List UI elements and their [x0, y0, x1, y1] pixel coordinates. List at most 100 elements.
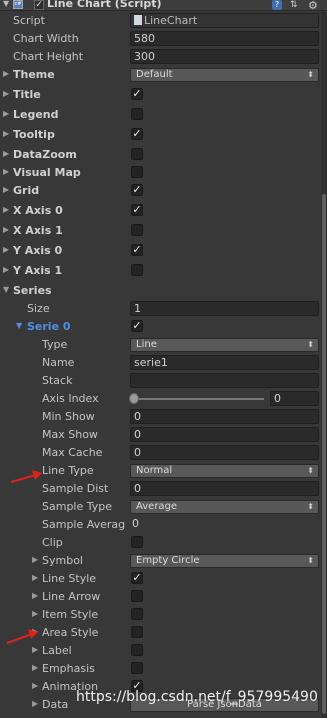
visualmap-row[interactable]: ▶ Visual Map — [0, 164, 320, 182]
sample-dist-field[interactable]: 0 — [130, 481, 319, 496]
axis-index-field[interactable]: 0 — [270, 391, 319, 406]
expand-arrow-icon[interactable]: ▶ — [32, 609, 38, 618]
legend-label: Legend — [13, 108, 59, 121]
expand-arrow-icon[interactable]: ▶ — [3, 89, 9, 98]
inspector-scrollbar[interactable] — [321, 12, 327, 718]
title-checkbox[interactable]: ✓ — [131, 88, 143, 100]
chart-height-field[interactable]: 300 — [130, 49, 319, 64]
expand-arrow-icon[interactable]: ▶ — [32, 573, 38, 582]
area-style-label: Area Style — [42, 626, 99, 639]
chart-width-field[interactable]: 580 — [130, 31, 319, 46]
axis-index-slider-knob[interactable] — [129, 393, 139, 404]
title-label: Title — [13, 88, 41, 101]
expand-arrow-icon[interactable]: ▶ — [3, 149, 9, 158]
theme-row[interactable]: ▶ Theme Default ⬍ — [0, 66, 320, 84]
tooltip-checkbox[interactable]: ✓ — [131, 128, 143, 140]
theme-dropdown[interactable]: Default ⬍ — [130, 68, 319, 82]
legend-checkbox[interactable] — [131, 108, 143, 120]
emphasis-row[interactable]: ▶ Emphasis — [0, 660, 320, 678]
expand-arrow-icon[interactable]: ▶ — [32, 699, 38, 708]
line-style-checkbox[interactable]: ✓ — [131, 572, 143, 584]
area-style-row[interactable]: ▶ Area Style — [0, 624, 320, 642]
symbol-dropdown[interactable]: Empty Circle ⬍ — [130, 554, 319, 568]
line-style-row[interactable]: ▶ Line Style ✓ — [0, 570, 320, 588]
dropdown-caret-icon: ⬍ — [307, 340, 314, 349]
axis-index-slider-track[interactable] — [134, 398, 264, 400]
visualmap-checkbox[interactable] — [131, 166, 143, 178]
annotation-arrow-line-type — [10, 470, 42, 483]
expand-arrow-icon[interactable]: ▶ — [32, 663, 38, 672]
clip-checkbox[interactable] — [131, 536, 143, 548]
expand-arrow-icon[interactable]: ▶ — [32, 591, 38, 600]
collapse-arrow-icon[interactable]: ▼ — [3, 285, 9, 294]
line-arrow-checkbox[interactable] — [131, 590, 143, 602]
line-arrow-label: Line Arrow — [42, 590, 101, 603]
name-label: Name — [42, 356, 75, 369]
expand-arrow-icon[interactable]: ▶ — [32, 681, 38, 690]
line-style-label: Line Style — [42, 572, 97, 585]
emphasis-label: Emphasis — [42, 662, 95, 675]
help-icon[interactable]: ? — [272, 0, 282, 10]
size-field[interactable]: 1 — [130, 301, 319, 316]
expand-arrow-icon[interactable]: ▶ — [3, 109, 9, 118]
item-style-checkbox[interactable] — [131, 608, 143, 620]
expand-arrow-icon[interactable]: ▶ — [3, 129, 9, 138]
type-value: Line — [136, 339, 157, 350]
expand-arrow-icon[interactable]: ▶ — [32, 645, 38, 654]
collapse-arrow-icon[interactable]: ▼ — [16, 321, 22, 330]
collapse-arrow-icon[interactable]: ▼ — [3, 0, 9, 8]
xaxis1-row[interactable]: ▶ X Axis 1 — [0, 222, 320, 240]
stack-field[interactable] — [130, 373, 319, 388]
datazoom-row[interactable]: ▶ DataZoom — [0, 146, 320, 164]
preset-icon[interactable]: ⇅ — [290, 0, 298, 10]
emphasis-checkbox[interactable] — [131, 662, 143, 674]
xaxis0-checkbox[interactable]: ✓ — [131, 204, 143, 216]
script-row: Script LineChart — [0, 12, 320, 30]
expand-arrow-icon[interactable]: ▶ — [3, 225, 9, 234]
stack-row: Stack — [0, 372, 320, 390]
expand-arrow-icon[interactable]: ▶ — [3, 265, 9, 274]
yaxis0-checkbox[interactable]: ✓ — [131, 244, 143, 256]
label-row[interactable]: ▶ Label — [0, 642, 320, 660]
min-show-field[interactable]: 0 — [130, 409, 319, 424]
sample-type-dropdown[interactable]: Average ⬍ — [130, 500, 319, 514]
tooltip-row[interactable]: ▶ Tooltip ✓ — [0, 126, 320, 144]
component-enabled-checkbox[interactable]: ✓ — [34, 0, 44, 10]
expand-arrow-icon[interactable]: ▶ — [3, 185, 9, 194]
expand-arrow-icon[interactable]: ▶ — [3, 245, 9, 254]
script-object-field[interactable]: LineChart — [130, 13, 319, 28]
serie0-checkbox[interactable]: ✓ — [131, 320, 143, 332]
yaxis1-row[interactable]: ▶ Y Axis 1 — [0, 262, 320, 280]
yaxis0-row[interactable]: ▶ Y Axis 0 ✓ — [0, 242, 320, 260]
line-type-dropdown[interactable]: Normal ⬍ — [130, 464, 319, 478]
sample-type-value: Average — [136, 501, 178, 512]
axis-index-label: Axis Index — [42, 392, 99, 405]
xaxis0-row[interactable]: ▶ X Axis 0 ✓ — [0, 202, 320, 220]
series-row[interactable]: ▼ Series — [0, 282, 320, 300]
grid-row[interactable]: ▶ Grid ✓ — [0, 182, 320, 200]
expand-arrow-icon[interactable]: ▶ — [3, 69, 9, 78]
name-field[interactable]: serie1 — [130, 355, 319, 370]
max-show-field[interactable]: 0 — [130, 427, 319, 442]
xaxis1-checkbox[interactable] — [131, 224, 143, 236]
sample-average-field[interactable]: 0 — [130, 517, 319, 532]
line-arrow-row[interactable]: ▶ Line Arrow — [0, 588, 320, 606]
title-row[interactable]: ▶ Title ✓ — [0, 86, 320, 104]
symbol-row[interactable]: ▶ Symbol Empty Circle ⬍ — [0, 552, 320, 570]
expand-arrow-icon[interactable]: ▶ — [3, 167, 9, 176]
series-label: Series — [13, 284, 52, 297]
gear-icon[interactable]: ⚙ — [308, 0, 318, 12]
yaxis1-checkbox[interactable] — [131, 264, 143, 276]
expand-arrow-icon[interactable]: ▶ — [32, 555, 38, 564]
area-style-checkbox[interactable] — [131, 626, 143, 638]
datazoom-checkbox[interactable] — [131, 148, 143, 160]
legend-row[interactable]: ▶ Legend — [0, 106, 320, 124]
expand-arrow-icon[interactable]: ▶ — [3, 205, 9, 214]
label-checkbox[interactable] — [131, 644, 143, 656]
max-cache-field[interactable]: 0 — [130, 445, 319, 460]
serie0-row[interactable]: ▼ Serie 0 ✓ — [0, 318, 320, 336]
grid-checkbox[interactable]: ✓ — [131, 184, 143, 196]
item-style-row[interactable]: ▶ Item Style — [0, 606, 320, 624]
type-dropdown[interactable]: Line ⬍ — [130, 338, 319, 352]
scrollbar-thumb[interactable] — [322, 194, 326, 714]
